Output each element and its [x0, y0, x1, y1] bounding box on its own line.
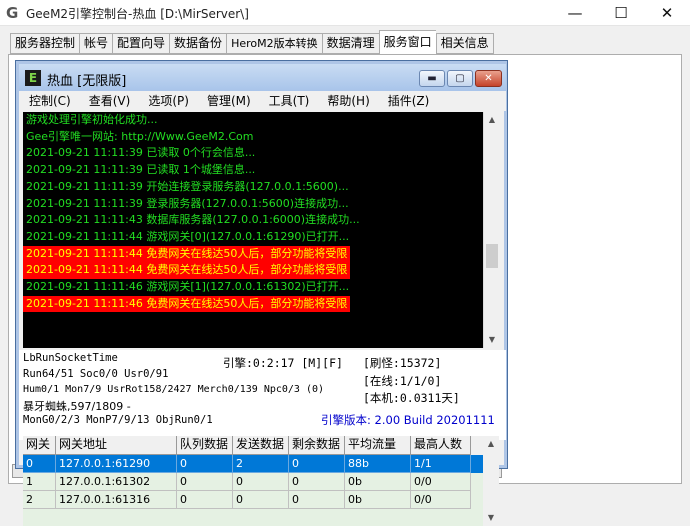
- server-child-window: E 热血 [无限版] ▬ ▢ ✕ 控制(C) 查看(V) 选项(P) 管理(M)…: [15, 60, 508, 526]
- window-title: GeeM2引擎控制台-热血 [D:\MirServer\]: [26, 7, 249, 21]
- log-line-warning: 2021-09-21 11:11:44 免费网关在线达50人后，部分功能将受限: [23, 262, 498, 279]
- cell: 127.0.0.1:61302: [56, 473, 177, 491]
- online-count: [在线:1/1/0]: [363, 374, 442, 388]
- table-row[interactable]: 1 127.0.0.1:61302 0 0 0 0b 0/0: [23, 473, 498, 491]
- log-line: 游戏处理引擎初始化成功...: [26, 113, 158, 126]
- local-uptime: [本机:0.0311天]: [363, 391, 460, 405]
- log-line: 2021-09-21 11:11:39 开始连接登录服务器(127.0.0.1:…: [26, 179, 349, 193]
- table-scrollbar[interactable]: ▲ ▼: [483, 436, 499, 526]
- log-scroll-thumb[interactable]: [486, 244, 498, 268]
- engine-icon: E: [25, 70, 41, 86]
- column-header[interactable]: 网关地址: [56, 436, 177, 455]
- maximize-button[interactable]: ☐: [598, 0, 644, 26]
- tab-server-control[interactable]: 服务器控制: [10, 33, 80, 54]
- column-header[interactable]: 最高人数: [411, 436, 471, 455]
- cell: 127.0.0.1:61290: [56, 455, 177, 473]
- tab-config-wizard[interactable]: 配置向导: [112, 33, 170, 54]
- column-header[interactable]: 发送数据: [233, 436, 289, 455]
- log-line: Gee引擎唯一网站: http://Www.GeeM2.Com: [26, 129, 254, 143]
- log-line: 2021-09-21 11:11:43 数据库服务器(127.0.0.1:600…: [26, 213, 360, 227]
- menu-control[interactable]: 控制(C): [19, 91, 77, 111]
- scroll-up-icon[interactable]: ▲: [484, 112, 500, 128]
- table-header-row: 网关 网关地址 队列数据 发送数据 剩余数据 平均流量 最高人数: [23, 436, 498, 455]
- menu-help[interactable]: 帮助(H): [315, 91, 375, 111]
- table-row[interactable]: 2 127.0.0.1:61316 0 0 0 0b 0/0: [23, 491, 498, 509]
- app-logo-icon: G: [6, 4, 19, 22]
- cell: 0b: [345, 491, 411, 509]
- cell: 0/0: [411, 473, 471, 491]
- run-socket-time: LbRunSocketTime: [23, 352, 118, 364]
- column-header[interactable]: 平均流量: [345, 436, 411, 455]
- cell: 127.0.0.1:61316: [56, 491, 177, 509]
- menu-view[interactable]: 查看(V): [77, 91, 137, 111]
- main-tabs: 服务器控制 帐号 配置向导 数据备份 HeroM2版本转换 数据清理 服务窗口 …: [10, 30, 494, 54]
- child-maximize-button[interactable]: ▢: [447, 70, 473, 87]
- cell: 0: [233, 491, 289, 509]
- cell: 0: [289, 473, 345, 491]
- cell: 2: [23, 491, 56, 509]
- minimize-button[interactable]: —: [552, 0, 598, 26]
- log-scrollbar[interactable]: ▲ ▼: [483, 112, 499, 348]
- scroll-down-icon[interactable]: ▼: [484, 332, 500, 348]
- menu-manage[interactable]: 管理(M): [195, 91, 257, 111]
- scroll-down-icon[interactable]: ▼: [483, 510, 499, 526]
- tab-data-cleanup[interactable]: 数据清理: [321, 33, 379, 54]
- child-close-button[interactable]: ✕: [475, 70, 502, 87]
- log-line: 2021-09-21 11:11:39 已读取 0个行会信息...: [26, 146, 256, 160]
- cell: 0/0: [411, 491, 471, 509]
- engine-uptime: 引擎:0:2:17 [M][F]: [223, 356, 343, 370]
- main-title-bar: G GeeM2引擎控制台-热血 [D:\MirServer\] — ☐ ✕: [0, 0, 690, 26]
- log-line: 2021-09-21 11:11:44 游戏网关[0](127.0.0.1:61…: [26, 229, 350, 243]
- refresh-count: [刷怪:15372]: [363, 356, 442, 370]
- tab-data-backup[interactable]: 数据备份: [169, 33, 227, 54]
- column-header[interactable]: 队列数据: [177, 436, 233, 455]
- menu-options[interactable]: 选项(P): [136, 91, 195, 111]
- cell: 0: [289, 455, 345, 473]
- log-line-warning: 2021-09-21 11:11:46 免费网关在线达50人后，部分功能将受限: [23, 295, 498, 313]
- child-window-title: 热血 [无限版]: [47, 74, 127, 89]
- tab-related-info[interactable]: 相关信息: [435, 33, 494, 54]
- cell: 0b: [345, 473, 411, 491]
- column-header[interactable]: 网关: [23, 436, 56, 455]
- mon-gen-stats: MonG0/2/3 MonP7/9/13 ObjRun0/1: [23, 414, 213, 426]
- server-log: 游戏处理引擎初始化成功... Gee引擎唯一网站: http://Www.Gee…: [23, 112, 498, 348]
- menu-tools[interactable]: 工具(T): [257, 91, 316, 111]
- engine-version: 引擎版本: 2.00 Build 20201111: [321, 413, 495, 427]
- tab-service-window[interactable]: 服务窗口: [378, 30, 436, 54]
- close-button[interactable]: ✕: [644, 0, 690, 26]
- cell: 0: [177, 491, 233, 509]
- menu-plugins[interactable]: 插件(Z): [376, 91, 436, 111]
- log-line: 2021-09-21 11:11:39 登录服务器(127.0.0.1:5600…: [26, 196, 349, 210]
- table-row[interactable]: 0 127.0.0.1:61290 0 2 0 88b 1/1: [23, 455, 498, 473]
- child-menu-bar: 控制(C) 查看(V) 选项(P) 管理(M) 工具(T) 帮助(H) 插件(Z…: [19, 91, 506, 111]
- tab-account[interactable]: 帐号: [79, 33, 113, 54]
- cell: 0: [177, 473, 233, 491]
- child-title-bar: E 热血 [无限版] ▬ ▢ ✕: [19, 64, 506, 91]
- status-panel: LbRunSocketTime 引擎:0:2:17 [M][F] [刷怪:153…: [19, 350, 506, 440]
- scroll-up-icon[interactable]: ▲: [483, 436, 499, 452]
- cell: 0: [23, 455, 56, 473]
- gateway-table: 网关 网关地址 队列数据 发送数据 剩余数据 平均流量 最高人数 0 127.0…: [23, 436, 498, 526]
- cell: 0: [177, 455, 233, 473]
- cell: 1: [23, 473, 56, 491]
- column-header[interactable]: 剩余数据: [289, 436, 345, 455]
- cell: 2: [233, 455, 289, 473]
- child-minimize-button[interactable]: ▬: [419, 70, 445, 87]
- log-line: 2021-09-21 11:11:46 游戏网关[1](127.0.0.1:61…: [26, 280, 350, 293]
- tab-herom2-convert[interactable]: HeroM2版本转换: [226, 33, 322, 54]
- monster-info: 暴牙蜘蛛,597/1809 -: [23, 400, 131, 413]
- cell: 0: [289, 491, 345, 509]
- cell: 88b: [345, 455, 411, 473]
- log-line-warning: 2021-09-21 11:11:44 免费网关在线达50人后，部分功能将受限: [23, 245, 498, 263]
- log-line: 2021-09-21 11:11:39 已读取 1个城堡信息...: [26, 163, 256, 177]
- run-stats: Run64/51 Soc0/0 Usr0/91: [23, 368, 169, 380]
- cell: 0: [233, 473, 289, 491]
- hum-stats: Hum0/1 Mon7/9 UsrRot158/2427 Merch0/139 …: [23, 384, 325, 395]
- cell: 1/1: [411, 455, 471, 473]
